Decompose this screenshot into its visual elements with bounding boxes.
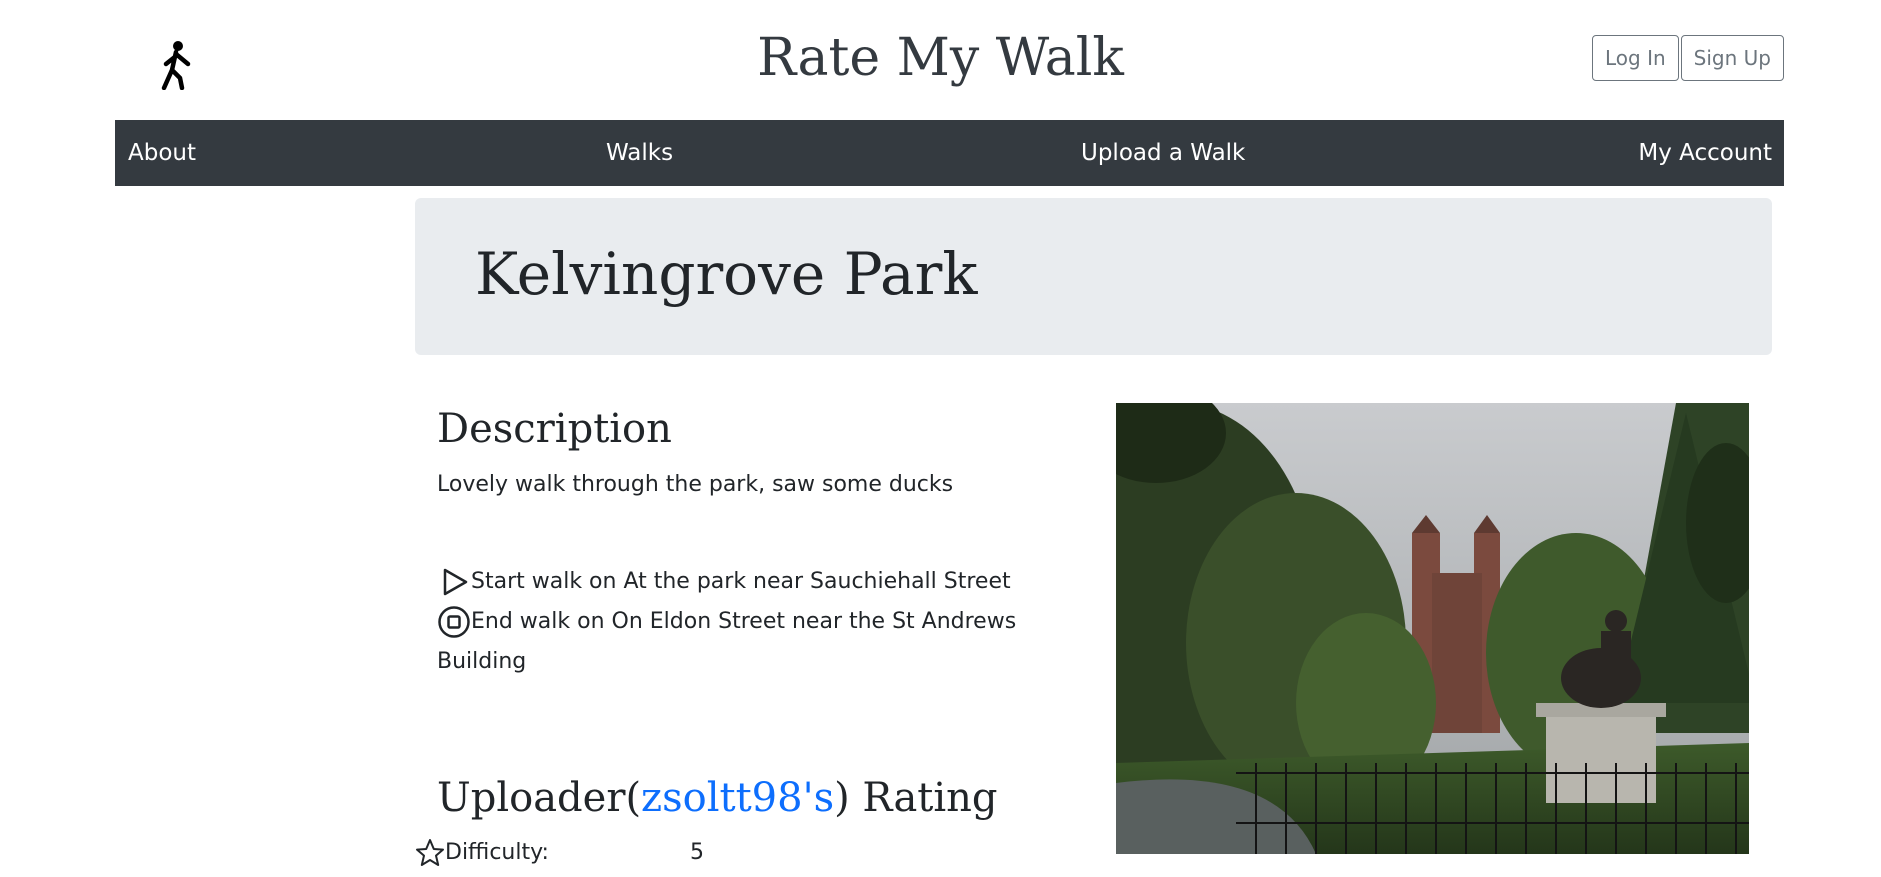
difficulty-row: Difficulty: 5 [415, 838, 815, 868]
difficulty-value: 5 [690, 840, 704, 865]
walk-title-banner: Kelvingrove Park [415, 198, 1772, 355]
play-icon [437, 565, 471, 599]
star-icon [415, 838, 445, 868]
signup-button[interactable]: Sign Up [1680, 35, 1784, 81]
end-walk-row: End walk on On Eldon Street near the St … [437, 602, 1037, 682]
uploader-rating-heading: Uploader(zsoltt98's) Rating [437, 771, 998, 825]
nav-walks[interactable]: Walks [606, 120, 673, 186]
nav-about[interactable]: About [128, 120, 196, 186]
end-walk-text: End walk on On Eldon Street near the St … [437, 609, 1017, 674]
start-walk-text: Start walk on At the park near Sauchieha… [471, 569, 1011, 594]
rating-heading-suffix: ) Rating [834, 775, 998, 821]
walk-description: Lovely walk through the park, saw some d… [437, 472, 954, 497]
nav-my-account[interactable]: My Account [1638, 120, 1772, 186]
uploader-link[interactable]: zsoltt98's [641, 775, 834, 821]
description-heading: Description [437, 406, 672, 452]
difficulty-label: Difficulty: [445, 840, 549, 865]
nav-upload-walk[interactable]: Upload a Walk [1081, 120, 1245, 186]
walk-photo [1116, 403, 1749, 854]
start-walk-row: Start walk on At the park near Sauchieha… [437, 562, 1037, 602]
login-button[interactable]: Log In [1592, 35, 1679, 81]
stop-circle-icon [437, 605, 471, 639]
auth-buttons: Log In Sign Up [1592, 35, 1784, 81]
main-navbar: About Walks Upload a Walk My Account [115, 120, 1784, 186]
rating-heading-prefix: Uploader( [437, 775, 642, 821]
walk-title: Kelvingrove Park [475, 240, 978, 308]
